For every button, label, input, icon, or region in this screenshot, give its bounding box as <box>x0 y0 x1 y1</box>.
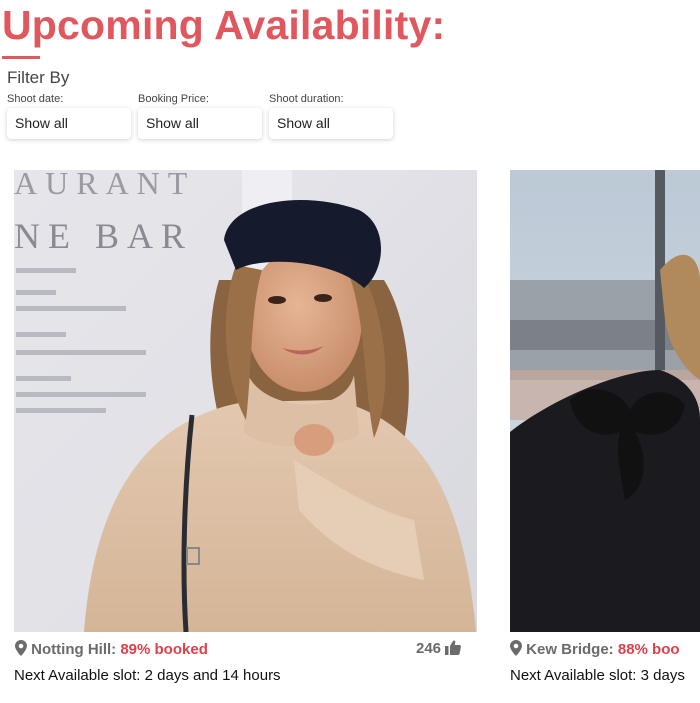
booked-percentage: 89% booked <box>120 641 208 658</box>
wall-text-2: NE BAR <box>14 216 193 256</box>
model-card[interactable]: AURANT NE BAR <box>14 170 477 632</box>
filter-booking-price-label: Booking Price: <box>138 93 209 105</box>
wall-text-1: AURANT <box>14 170 195 201</box>
model-photo-illustration <box>510 170 700 632</box>
model-photo-illustration: AURANT NE BAR <box>14 170 477 632</box>
availability-page: Upcoming Availability: Filter By Shoot d… <box>0 0 700 703</box>
filter-shoot-date-label: Shoot date: <box>7 93 64 105</box>
map-pin-icon <box>15 640 27 656</box>
model-photo[interactable]: AURANT NE BAR <box>14 170 477 632</box>
filter-shoot-duration-label: Shoot duration: <box>269 93 344 105</box>
shoot-date-select[interactable]: Show all <box>7 108 131 139</box>
map-pin-icon <box>510 640 522 656</box>
booking-price-select[interactable]: Show all <box>138 108 262 139</box>
model-card[interactable] <box>510 170 700 632</box>
location-name: Kew Bridge: <box>526 641 614 658</box>
next-available-slot: Next Available slot: 2 days and 14 hours <box>14 667 281 684</box>
thumbs-up-icon[interactable] <box>445 640 462 655</box>
next-available-slot: Next Available slot: 3 days <box>510 667 685 684</box>
filter-booking-price: Booking Price: Show all <box>138 93 262 139</box>
filter-shoot-duration: Shoot duration: Show all <box>269 93 393 139</box>
title-underline <box>2 56 40 59</box>
booked-percentage: 88% boo <box>617 641 680 658</box>
filter-shoot-date: Shoot date: Show all <box>7 93 131 139</box>
card-location: Notting Hill: 89% booked <box>15 640 208 660</box>
like-count-value: 246 <box>416 640 442 657</box>
shoot-duration-select[interactable]: Show all <box>269 108 393 139</box>
card-location: Kew Bridge: 88% boo <box>510 640 680 660</box>
model-photo[interactable] <box>510 170 700 632</box>
location-name: Notting Hill: <box>31 641 117 658</box>
page-title: Upcoming Availability: <box>2 2 446 48</box>
filter-heading: Filter By <box>7 68 70 87</box>
like-count[interactable]: 246 <box>416 640 462 657</box>
